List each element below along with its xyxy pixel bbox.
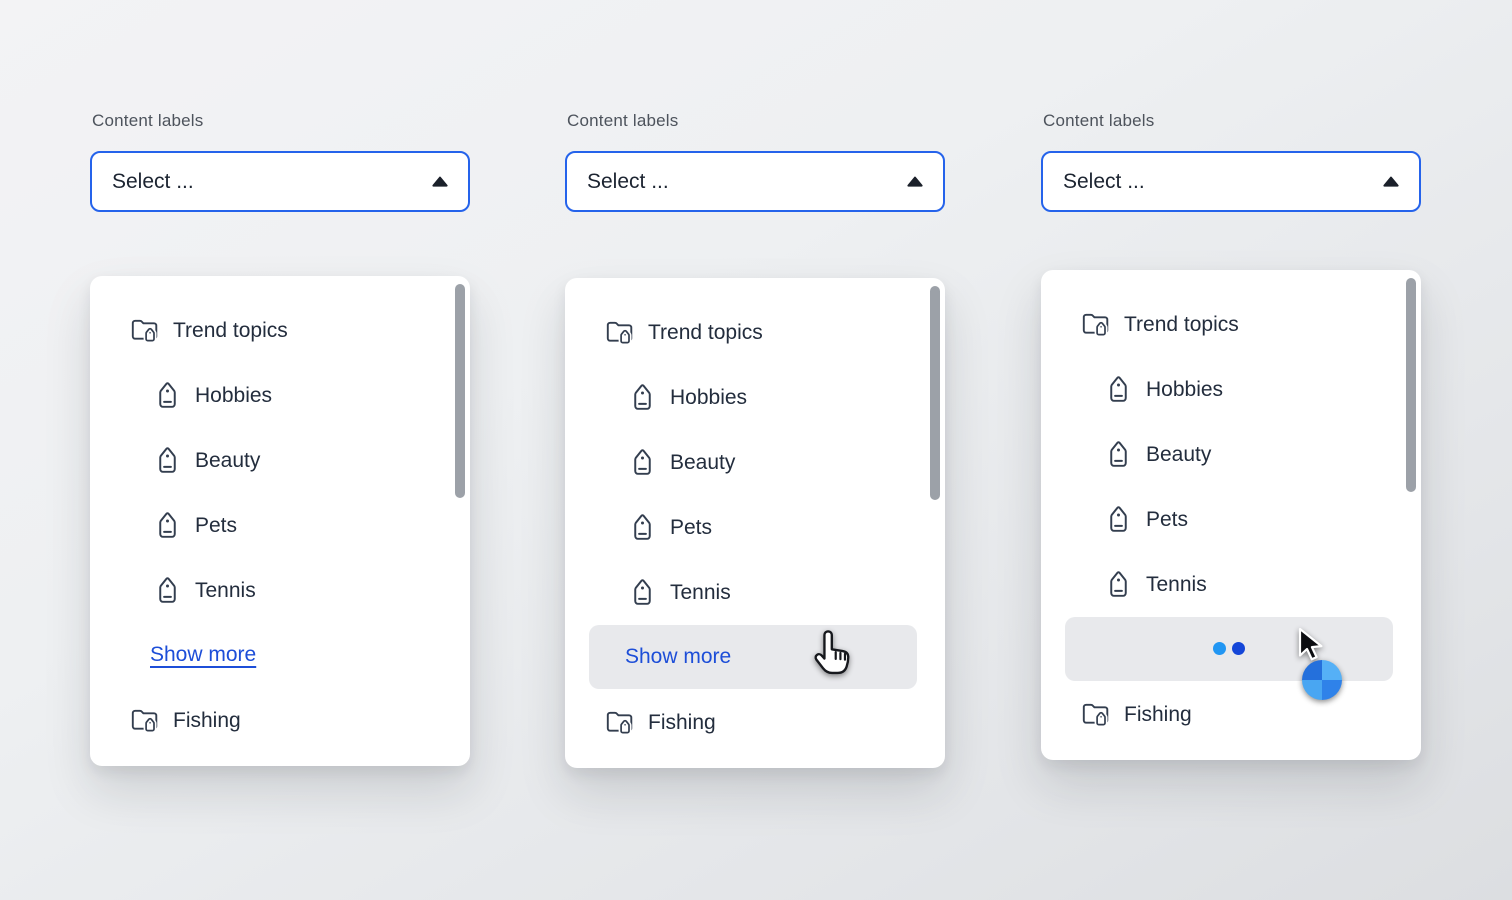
folder-tag-icon: [130, 706, 159, 733]
list-item-label: Hobbies: [195, 383, 272, 406]
tag-icon: [1106, 439, 1131, 468]
list-item-label: Tennis: [195, 578, 256, 601]
list-item-pets[interactable]: Pets: [90, 492, 470, 557]
select-trigger[interactable]: Select ...: [90, 151, 470, 212]
list-item-fishing[interactable]: Fishing: [1041, 681, 1421, 746]
list-item-hobbies[interactable]: Hobbies: [565, 364, 945, 429]
show-more-row[interactable]: Show more: [90, 622, 470, 687]
list-item-label: Trend topics: [648, 320, 763, 343]
tag-icon: [630, 382, 655, 411]
list-item-label: Fishing: [1124, 702, 1192, 725]
scrollbar-thumb[interactable]: [1406, 278, 1416, 492]
tag-icon: [630, 512, 655, 541]
field-label: Content labels: [567, 111, 678, 131]
list-item-label: Fishing: [648, 710, 716, 733]
scrollbar-thumb[interactable]: [930, 286, 940, 500]
list-item-label: Tennis: [670, 580, 731, 603]
list-item-label: Pets: [195, 513, 237, 536]
field-label: Content labels: [92, 111, 203, 131]
select-value: Select ...: [1063, 170, 1145, 194]
tag-icon: [1106, 504, 1131, 533]
list-item-trend-topics[interactable]: Trend topics: [90, 297, 470, 362]
list-item-label: Pets: [670, 515, 712, 538]
list-item-beauty[interactable]: Beauty: [1041, 421, 1421, 486]
list-item-hobbies[interactable]: Hobbies: [1041, 356, 1421, 421]
list-item-label: Tennis: [1146, 572, 1207, 595]
dropdown-panel: Trend topics Hobbies Beauty: [565, 278, 945, 768]
list-item-trend-topics[interactable]: Trend topics: [1041, 291, 1421, 356]
list-item-label: Beauty: [195, 448, 260, 471]
list-item-fishing[interactable]: Fishing: [565, 689, 945, 754]
show-more-link[interactable]: Show more: [150, 643, 256, 667]
tag-icon: [630, 447, 655, 476]
list-item-label: Trend topics: [1124, 312, 1239, 335]
dropdown-panel: Trend topics Hobbies Beauty: [1041, 270, 1421, 760]
select-trigger[interactable]: Select ...: [565, 151, 945, 212]
loading-dot: [1213, 642, 1226, 655]
list-item-tennis[interactable]: Tennis: [565, 559, 945, 624]
list-item-pets[interactable]: Pets: [565, 494, 945, 559]
list-item-label: Pets: [1146, 507, 1188, 530]
show-more-row-loading: [1041, 616, 1421, 681]
caret-up-icon: [1383, 176, 1399, 187]
list-item-fishing[interactable]: Fishing: [90, 687, 470, 752]
show-more-hover-highlight[interactable]: Show more: [589, 625, 917, 689]
folder-tag-icon: [605, 318, 634, 345]
folder-tag-icon: [1081, 310, 1110, 337]
loading-dot: [1232, 642, 1245, 655]
tag-icon: [155, 510, 180, 539]
tag-icon: [630, 577, 655, 606]
scrollbar-thumb[interactable]: [455, 284, 465, 498]
show-more-row-hover[interactable]: Show more: [565, 624, 945, 689]
folder-tag-icon: [130, 316, 159, 343]
field-label: Content labels: [1043, 111, 1154, 131]
list-item-tennis[interactable]: Tennis: [90, 557, 470, 622]
dropdown-panel: Trend topics Hobbies Beauty: [90, 276, 470, 766]
caret-up-icon: [907, 176, 923, 187]
list-item-trend-topics[interactable]: Trend topics: [565, 299, 945, 364]
list-item-pets[interactable]: Pets: [1041, 486, 1421, 551]
list-item-label: Hobbies: [1146, 377, 1223, 400]
tag-icon: [1106, 569, 1131, 598]
select-value: Select ...: [112, 170, 194, 194]
tag-icon: [155, 380, 180, 409]
list-item-tennis[interactable]: Tennis: [1041, 551, 1421, 616]
list-item-label: Beauty: [1146, 442, 1211, 465]
loading-indicator: [1065, 617, 1393, 681]
list-item-hobbies[interactable]: Hobbies: [90, 362, 470, 427]
folder-tag-icon: [1081, 700, 1110, 727]
caret-up-icon: [432, 176, 448, 187]
select-value: Select ...: [587, 170, 669, 194]
list-item-label: Hobbies: [670, 385, 747, 408]
list-item-beauty[interactable]: Beauty: [90, 427, 470, 492]
show-more-link[interactable]: Show more: [625, 645, 731, 669]
list-item-beauty[interactable]: Beauty: [565, 429, 945, 494]
folder-tag-icon: [605, 708, 634, 735]
tag-icon: [1106, 374, 1131, 403]
tag-icon: [155, 575, 180, 604]
tag-icon: [155, 445, 180, 474]
list-item-label: Trend topics: [173, 318, 288, 341]
list-item-label: Fishing: [173, 708, 241, 731]
list-item-label: Beauty: [670, 450, 735, 473]
select-trigger[interactable]: Select ...: [1041, 151, 1421, 212]
